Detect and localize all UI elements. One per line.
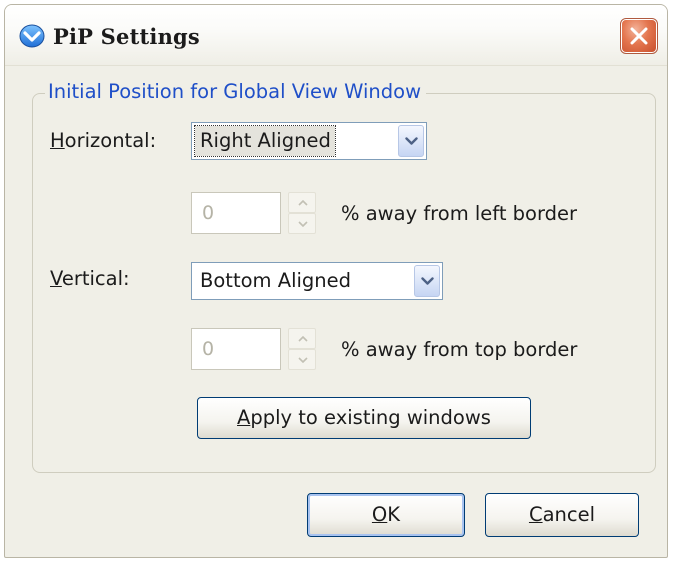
ok-button-label: K xyxy=(387,503,401,526)
chevron-down-icon xyxy=(298,357,308,363)
close-button[interactable] xyxy=(620,18,658,54)
spin-down-button[interactable] xyxy=(288,349,316,370)
window-title: PiP Settings xyxy=(53,24,200,49)
vertical-mnemonic: V xyxy=(50,267,62,290)
cancel-button-label: ancel xyxy=(542,503,596,526)
chevron-up-icon xyxy=(298,336,308,342)
ok-mnemonic: O xyxy=(371,503,388,526)
spin-down-button[interactable] xyxy=(288,213,316,234)
chevron-down-icon xyxy=(421,277,434,285)
vertical-offset-input[interactable]: 0 xyxy=(191,328,281,370)
ok-button[interactable]: OK xyxy=(307,493,465,537)
title-bar[interactable]: PiP Settings xyxy=(5,5,667,66)
horizontal-selected-value: Right Aligned xyxy=(194,125,336,157)
horizontal-dropdown-arrow[interactable] xyxy=(398,125,424,157)
vertical-offset-spinner[interactable] xyxy=(288,328,316,370)
apply-to-existing-windows-button[interactable]: Apply to existing windows xyxy=(197,397,531,439)
spin-up-button[interactable] xyxy=(288,328,316,349)
horizontal-label: Horizontal: xyxy=(50,129,156,153)
chevron-down-icon xyxy=(405,137,418,145)
horizontal-mnemonic: H xyxy=(50,129,65,152)
horizontal-offset-spinner[interactable] xyxy=(288,192,316,234)
chevron-up-icon xyxy=(298,200,308,206)
spin-up-button[interactable] xyxy=(288,192,316,213)
close-icon xyxy=(630,27,648,45)
horizontal-offset-input[interactable]: 0 xyxy=(191,192,281,234)
apply-mnemonic: A xyxy=(237,406,251,429)
horizontal-label-text: orizontal: xyxy=(64,129,157,152)
shield-chevron-icon xyxy=(19,23,45,49)
vertical-selected-value: Bottom Aligned xyxy=(200,269,352,292)
pip-settings-dialog: PiP Settings Initial Position for Global… xyxy=(4,4,668,558)
apply-button-label: pply to existing windows xyxy=(250,406,491,429)
vertical-dropdown-arrow[interactable] xyxy=(414,265,440,297)
vertical-label: Vertical: xyxy=(50,267,130,291)
chevron-down-icon xyxy=(298,221,308,227)
vertical-select[interactable]: Bottom Aligned xyxy=(191,262,443,300)
group-legend: Initial Position for Global View Window xyxy=(45,79,427,105)
vertical-label-text: ertical: xyxy=(61,267,130,290)
vertical-offset-label: % away from top border xyxy=(341,338,578,361)
cancel-button[interactable]: Cancel xyxy=(485,493,639,537)
horizontal-select[interactable]: Right Aligned xyxy=(191,122,427,160)
cancel-mnemonic: C xyxy=(528,503,543,526)
horizontal-offset-label: % away from left border xyxy=(341,202,578,225)
